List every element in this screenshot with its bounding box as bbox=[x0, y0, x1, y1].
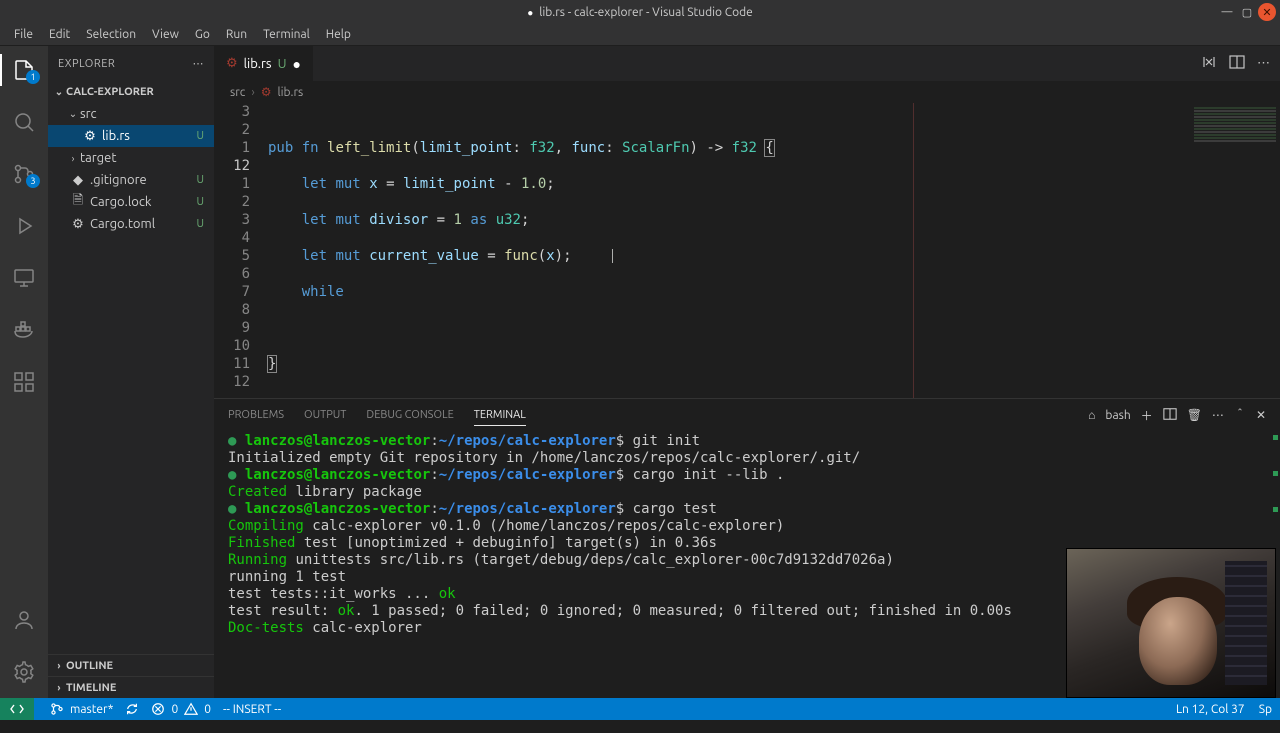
maximize-panel-icon[interactable]: ＾ bbox=[1234, 407, 1246, 424]
new-terminal-icon[interactable]: ＋ bbox=[1141, 407, 1153, 424]
status-branch[interactable]: master* bbox=[50, 702, 113, 716]
tab-terminal[interactable]: TERMINAL bbox=[474, 405, 526, 426]
activity-remote-icon[interactable] bbox=[0, 262, 48, 294]
sidebar-header: EXPLORER ⋯ bbox=[48, 46, 214, 81]
git-status: U bbox=[196, 196, 204, 208]
file-label: lib.rs bbox=[102, 129, 130, 143]
tab-debug-console[interactable]: DEBUG CONSOLE bbox=[366, 405, 453, 425]
sidebar: EXPLORER ⋯ ⌄ CALC-EXPLORER ⌄ src ⚙ lib.r… bbox=[48, 46, 214, 698]
activity-docker-icon[interactable] bbox=[0, 314, 48, 346]
editor-tabs: ⚙ lib.rs U ● ⋯ bbox=[214, 46, 1280, 81]
tree-file-cargotoml[interactable]: ⚙ Cargo.toml U bbox=[48, 213, 214, 235]
menu-help[interactable]: Help bbox=[318, 28, 359, 41]
text-cursor bbox=[612, 249, 613, 263]
minimize-button[interactable]: — bbox=[1218, 3, 1236, 21]
project-header[interactable]: ⌄ CALC-EXPLORER bbox=[48, 81, 214, 103]
webcam-overlay bbox=[1066, 548, 1276, 698]
git-status: U bbox=[196, 218, 204, 230]
file-label: Cargo.toml bbox=[90, 217, 155, 231]
activity-explorer[interactable]: 1 bbox=[0, 54, 48, 86]
section-outline[interactable]: ›OUTLINE bbox=[48, 654, 214, 676]
menu-terminal[interactable]: Terminal bbox=[255, 28, 318, 41]
title-bar: lib.rs - calc-explorer - Visual Studio C… bbox=[0, 0, 1280, 24]
maximize-button[interactable]: ▢ bbox=[1238, 3, 1256, 21]
chevron-right-icon: › bbox=[52, 682, 66, 693]
window-title: lib.rs - calc-explorer - Visual Studio C… bbox=[527, 6, 753, 19]
chevron-right-icon: › bbox=[66, 153, 80, 164]
menu-run[interactable]: Run bbox=[218, 28, 255, 41]
rust-file-icon: ⚙ bbox=[261, 85, 272, 99]
activity-settings[interactable] bbox=[0, 656, 48, 688]
file-label: .gitignore bbox=[90, 173, 147, 187]
file-label: Cargo.lock bbox=[90, 195, 151, 209]
split-terminal-icon[interactable] bbox=[1163, 407, 1177, 424]
kill-terminal-icon[interactable]: 🗑 bbox=[1187, 408, 1202, 422]
code-content[interactable]: pub fn left_limit(limit_point: f32, func… bbox=[268, 103, 1190, 398]
activity-account[interactable] bbox=[0, 604, 48, 636]
menu-go[interactable]: Go bbox=[187, 28, 218, 41]
panel-tabs: PROBLEMS OUTPUT DEBUG CONSOLE TERMINAL ⌂… bbox=[214, 399, 1280, 431]
tab-label: lib.rs bbox=[244, 57, 272, 71]
activity-scm[interactable]: 3 bbox=[0, 158, 48, 190]
rust-file-icon: ⚙ bbox=[70, 217, 86, 232]
explorer-badge: 1 bbox=[26, 70, 40, 84]
tab-output[interactable]: OUTPUT bbox=[304, 405, 346, 425]
tree-folder-src[interactable]: ⌄ src bbox=[48, 103, 214, 125]
rust-file-icon: ⚙ bbox=[82, 129, 98, 144]
sidebar-title: EXPLORER bbox=[58, 58, 115, 70]
file-icon: 🗎 bbox=[70, 191, 86, 213]
folder-label: src bbox=[80, 107, 97, 121]
tab-dirty-indicator: ● bbox=[292, 56, 300, 72]
status-problems[interactable]: 0 0 bbox=[151, 702, 211, 716]
split-editor-icon[interactable] bbox=[1229, 54, 1245, 73]
scm-badge: 3 bbox=[26, 174, 40, 188]
status-sync[interactable] bbox=[125, 702, 139, 716]
breadcrumb[interactable]: src › ⚙ lib.rs bbox=[214, 81, 1280, 103]
section-timeline[interactable]: ›TIMELINE bbox=[48, 676, 214, 698]
menu-bar: File Edit Selection View Go Run Terminal… bbox=[0, 24, 1280, 46]
remote-indicator[interactable] bbox=[0, 698, 34, 720]
tab-git-status: U bbox=[278, 57, 287, 71]
chevron-right-icon: › bbox=[52, 660, 66, 671]
chevron-down-icon: ⌄ bbox=[66, 108, 80, 120]
more-actions-icon[interactable]: ⋯ bbox=[1257, 56, 1270, 71]
rust-file-icon: ⚙ bbox=[226, 56, 238, 71]
tree-folder-target[interactable]: › target bbox=[48, 147, 214, 169]
tab-lib[interactable]: ⚙ lib.rs U ● bbox=[214, 46, 313, 81]
activity-debug[interactable] bbox=[0, 210, 48, 242]
project-name: CALC-EXPLORER bbox=[66, 86, 154, 98]
window-controls: — ▢ ✕ bbox=[1218, 0, 1276, 24]
minimap[interactable] bbox=[1190, 103, 1280, 398]
compare-changes-icon[interactable] bbox=[1201, 54, 1217, 73]
breadcrumb-file[interactable]: lib.rs bbox=[277, 86, 303, 99]
git-status: U bbox=[196, 174, 204, 186]
menu-selection[interactable]: Selection bbox=[78, 28, 144, 41]
breadcrumb-src[interactable]: src bbox=[230, 86, 245, 99]
close-button[interactable]: ✕ bbox=[1258, 3, 1276, 21]
file-tree: ⌄ src ⚙ lib.rs U › target ◆ .gitignore U… bbox=[48, 103, 214, 235]
close-panel-icon[interactable]: ✕ bbox=[1256, 408, 1266, 422]
terminal-shell-icon[interactable]: ⌂ bbox=[1088, 408, 1095, 422]
git-status: U bbox=[196, 130, 204, 142]
menu-view[interactable]: View bbox=[144, 28, 187, 41]
line-gutter: 32112123456789101112 bbox=[214, 103, 268, 398]
tree-file-cargolock[interactable]: 🗎 Cargo.lock U bbox=[48, 191, 214, 213]
menu-file[interactable]: File bbox=[6, 28, 41, 41]
chevron-down-icon: ⌄ bbox=[52, 86, 66, 98]
tree-file-gitignore[interactable]: ◆ .gitignore U bbox=[48, 169, 214, 191]
menu-edit[interactable]: Edit bbox=[41, 28, 78, 41]
tree-file-lib[interactable]: ⚙ lib.rs U bbox=[48, 125, 214, 147]
chevron-right-icon: › bbox=[251, 86, 254, 99]
status-indent[interactable]: Sp bbox=[1259, 703, 1272, 716]
tab-problems[interactable]: PROBLEMS bbox=[228, 405, 284, 425]
terminal-shell-name[interactable]: bash bbox=[1105, 409, 1130, 422]
sidebar-more-icon[interactable]: ⋯ bbox=[193, 57, 205, 70]
file-icon: ◆ bbox=[70, 173, 86, 188]
code-editor[interactable]: 32112123456789101112 pub fn left_limit(l… bbox=[214, 103, 1280, 398]
activity-search[interactable] bbox=[0, 106, 48, 138]
activity-extensions[interactable] bbox=[0, 366, 48, 398]
activity-bar: 1 3 bbox=[0, 46, 48, 698]
folder-label: target bbox=[80, 151, 116, 165]
more-panel-icon[interactable]: ⋯ bbox=[1212, 408, 1224, 422]
